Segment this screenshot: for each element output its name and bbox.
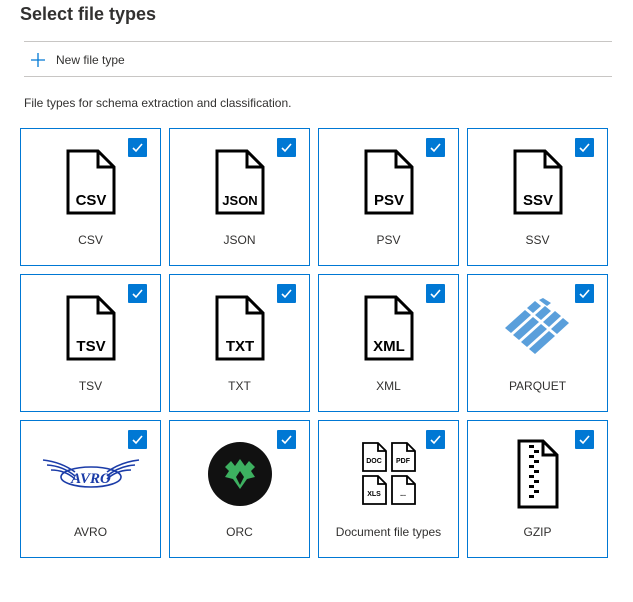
avro-logo-text: AVRO xyxy=(70,471,111,487)
doc-icon-text: DOC xyxy=(366,458,382,465)
zip-file-icon xyxy=(517,439,558,509)
file-type-label: SSV xyxy=(525,233,550,247)
avro-logo-icon: AVRO xyxy=(42,459,139,488)
file-type-tile-avro[interactable]: AVRO AVRO xyxy=(20,420,161,558)
file-type-tile-txt[interactable]: TXT TXT xyxy=(169,274,310,412)
page-title: Select file types xyxy=(20,4,157,24)
description-text: File types for schema extraction and cla… xyxy=(24,96,292,110)
plus-icon xyxy=(31,53,45,67)
xls-icon-text: XLS xyxy=(367,491,381,498)
csv-file-icon: CSV xyxy=(66,149,115,215)
file-icon-text: SSV xyxy=(522,192,552,209)
orc-logo-icon xyxy=(207,442,272,506)
file-type-label: TSV xyxy=(78,379,103,393)
tsv-file-icon: TSV xyxy=(66,295,115,361)
file-type-label: PSV xyxy=(376,233,401,247)
file-type-label: GZIP xyxy=(523,525,552,539)
document-files-icon: DOC PDF XLS ... xyxy=(361,442,416,505)
new-file-type-button[interactable]: New file type xyxy=(30,50,125,70)
file-type-label: ORC xyxy=(226,525,253,539)
txt-file-icon: TXT xyxy=(215,295,264,361)
file-type-tile-parquet[interactable]: PARQUET xyxy=(467,274,608,412)
more-icon-text: ... xyxy=(400,491,406,498)
ssv-file-icon: SSV xyxy=(513,149,562,215)
file-type-label: TXT xyxy=(228,379,251,393)
toolbar: New file type xyxy=(24,41,612,77)
file-type-label: AVRO xyxy=(73,525,108,539)
file-type-label: JSON xyxy=(223,233,256,247)
file-type-tile-psv[interactable]: PSV PSV xyxy=(318,128,459,266)
file-type-tile-gzip[interactable]: GZIP xyxy=(467,420,608,558)
file-type-tile-json[interactable]: JSON JSON xyxy=(169,128,310,266)
file-icon-text: JSON xyxy=(222,193,257,208)
json-file-icon: JSON xyxy=(215,149,264,215)
file-type-label: Document file types xyxy=(335,525,442,539)
file-type-tile-ssv[interactable]: SSV SSV xyxy=(467,128,608,266)
parquet-logo-icon xyxy=(504,298,569,354)
pdf-icon-text: PDF xyxy=(396,458,411,465)
file-type-label: CSV xyxy=(78,233,103,247)
file-type-label: XML xyxy=(376,379,401,393)
file-icon-text: TSV xyxy=(76,338,105,355)
file-type-grid: CSV CSV JSON JSON PSV PSV SSV SSV TSV TS… xyxy=(20,128,608,558)
file-icon-text: TXT xyxy=(225,338,253,355)
file-type-tile-documents[interactable]: DOC PDF XLS ... Document file types xyxy=(318,420,459,558)
file-type-tile-orc[interactable]: ORC xyxy=(169,420,310,558)
file-icon-text: CSV xyxy=(75,192,106,209)
file-type-tile-tsv[interactable]: TSV TSV xyxy=(20,274,161,412)
new-file-type-label: New file type xyxy=(56,53,125,67)
file-icon-text: XML xyxy=(373,338,405,355)
file-type-tile-csv[interactable]: CSV CSV xyxy=(20,128,161,266)
file-type-tile-xml[interactable]: XML XML xyxy=(318,274,459,412)
xml-file-icon: XML xyxy=(364,295,413,361)
psv-file-icon: PSV xyxy=(364,149,413,215)
file-icon-text: PSV xyxy=(373,192,403,209)
file-type-label: PARQUET xyxy=(508,379,567,393)
